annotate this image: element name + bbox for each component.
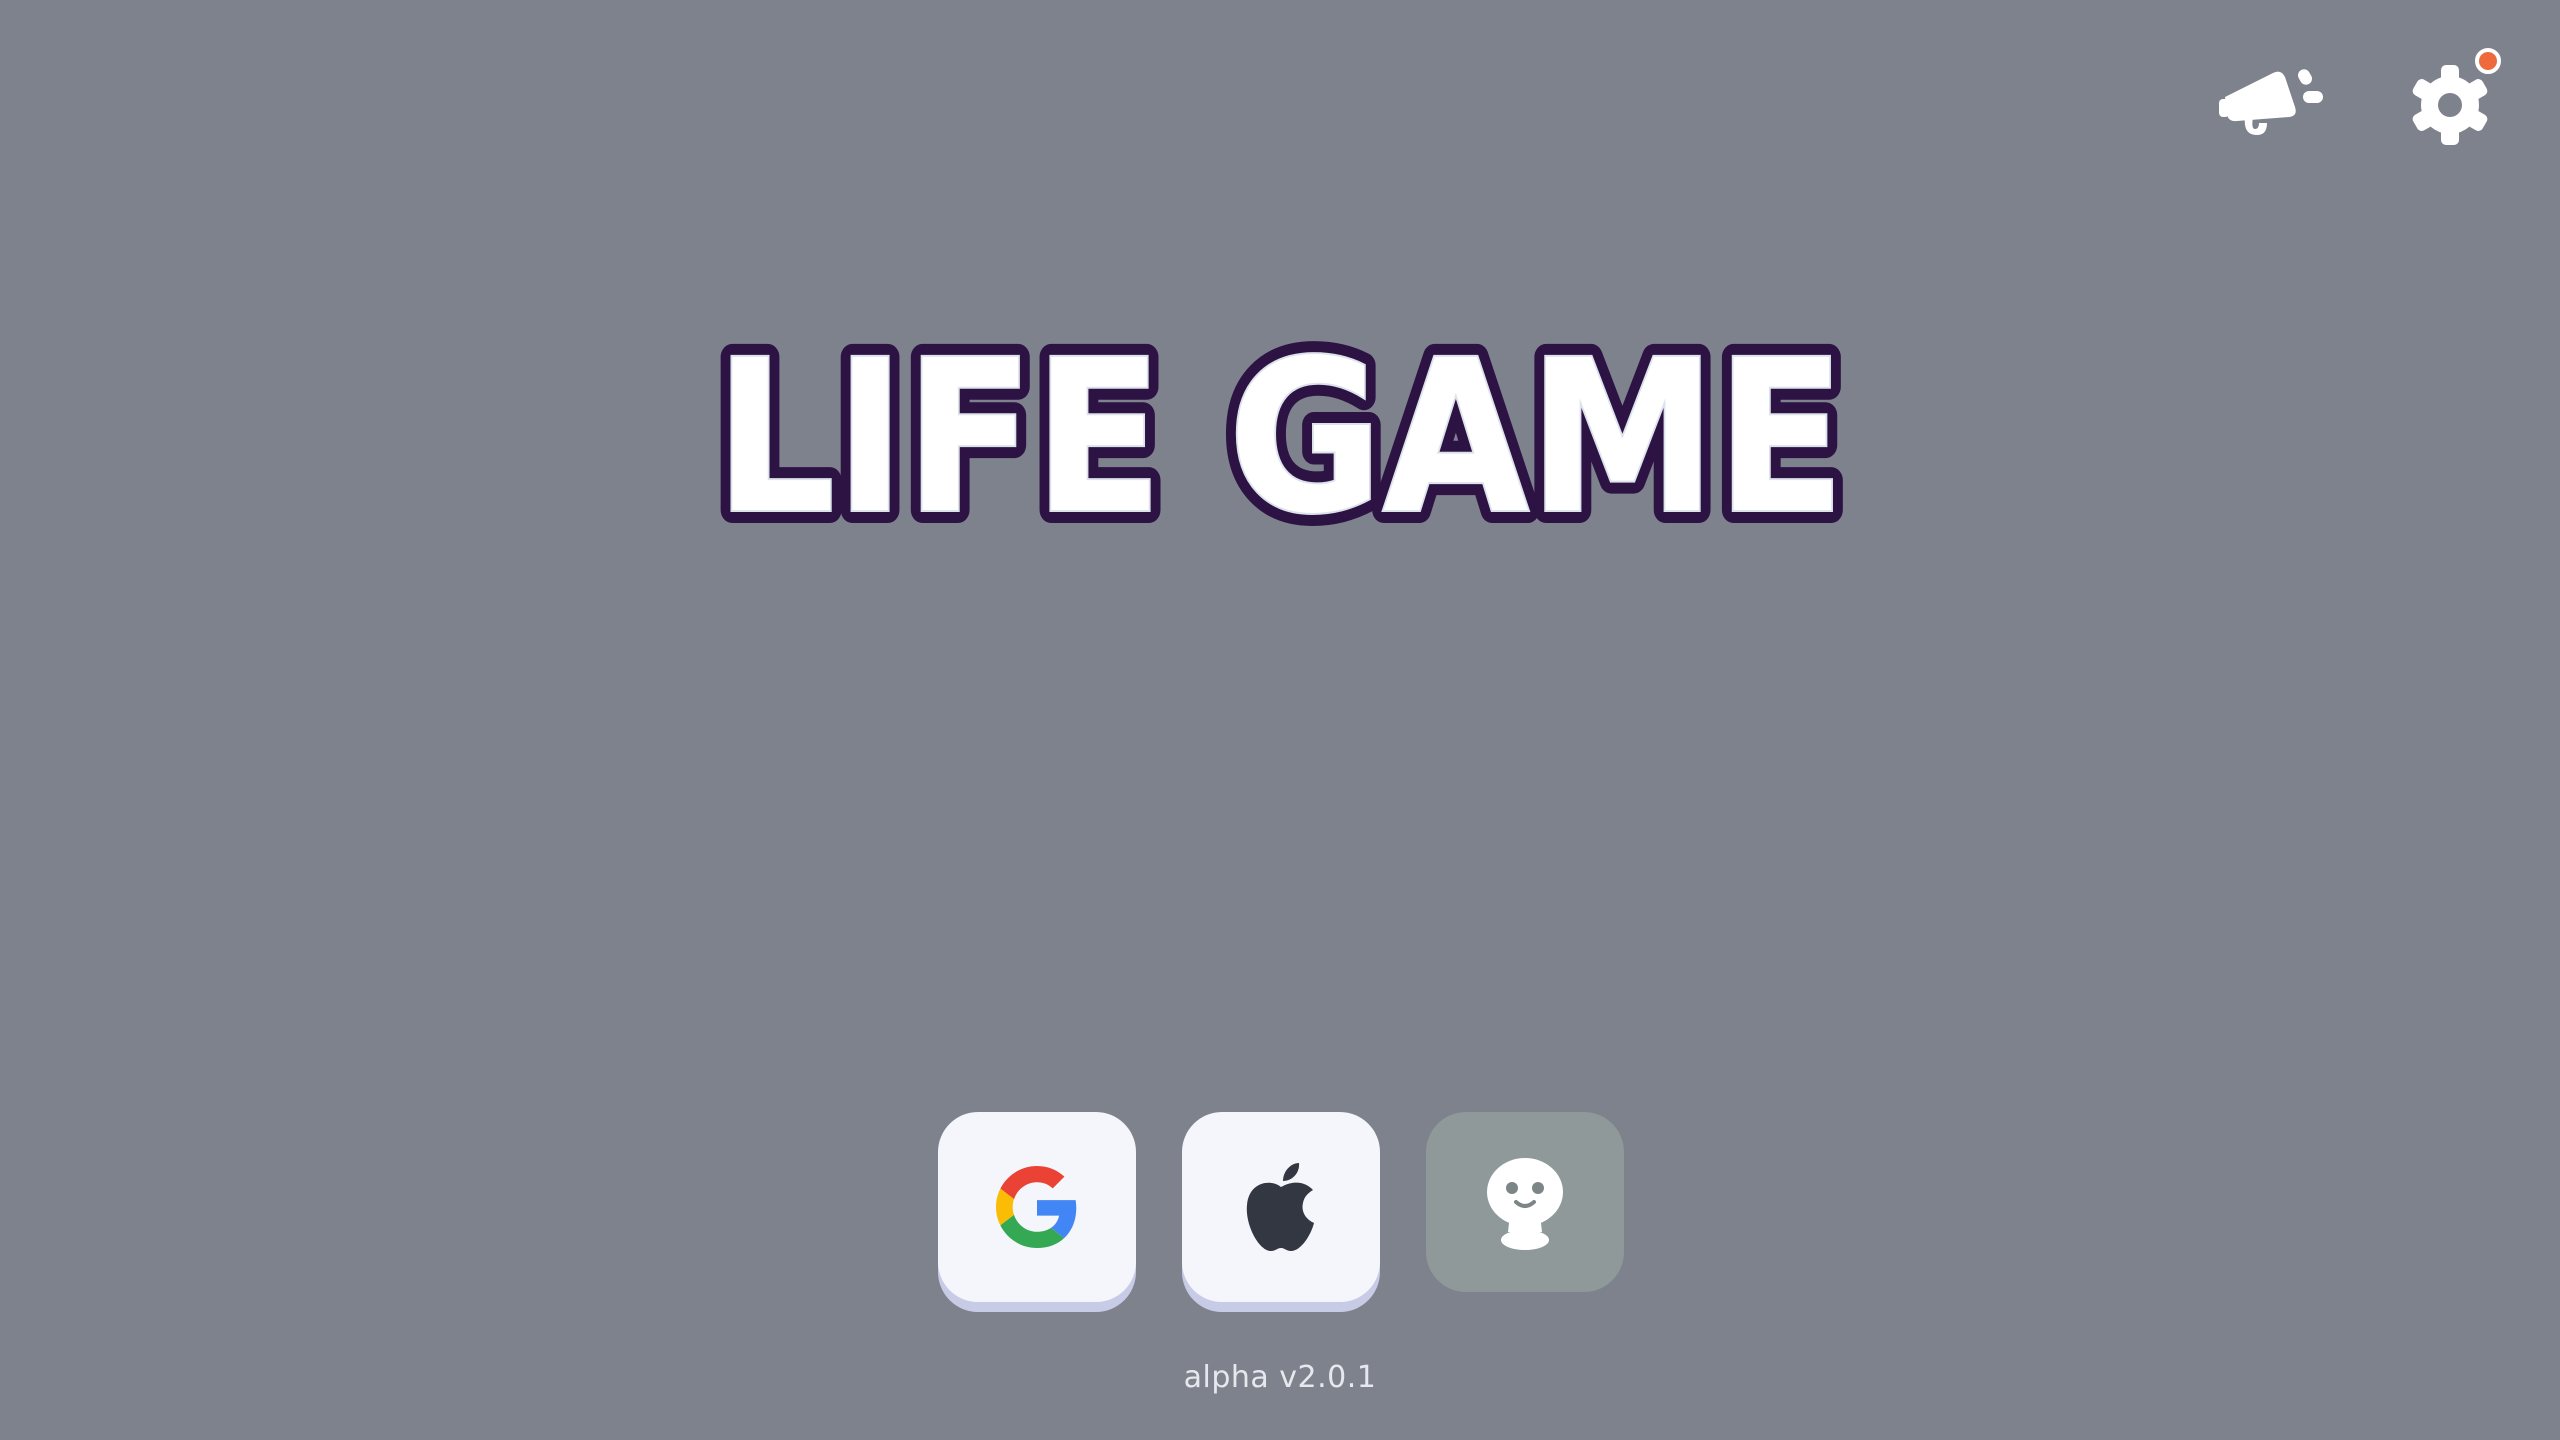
game-title-text: LIFE GAME — [715, 320, 1845, 560]
announcements-button[interactable] — [2205, 40, 2335, 160]
megaphone-icon — [2219, 69, 2323, 135]
guest-login-button[interactable] — [1426, 1112, 1624, 1292]
apple-icon — [1246, 1163, 1314, 1251]
google-login-button[interactable] — [938, 1112, 1136, 1302]
notification-dot — [2475, 48, 2501, 74]
game-title: LIFE GAME LIFE GAME — [680, 320, 1880, 560]
login-options — [938, 1112, 1624, 1302]
settings-button[interactable] — [2385, 40, 2515, 160]
title-screen: LIFE GAME LIFE GAME alpha v2.0.1 — [0, 0, 2560, 1440]
apple-login-button[interactable] — [1182, 1112, 1380, 1302]
google-icon — [996, 1166, 1077, 1248]
version-label: alpha v2.0.1 — [1183, 1360, 1377, 1395]
guest-icon — [1487, 1158, 1563, 1250]
